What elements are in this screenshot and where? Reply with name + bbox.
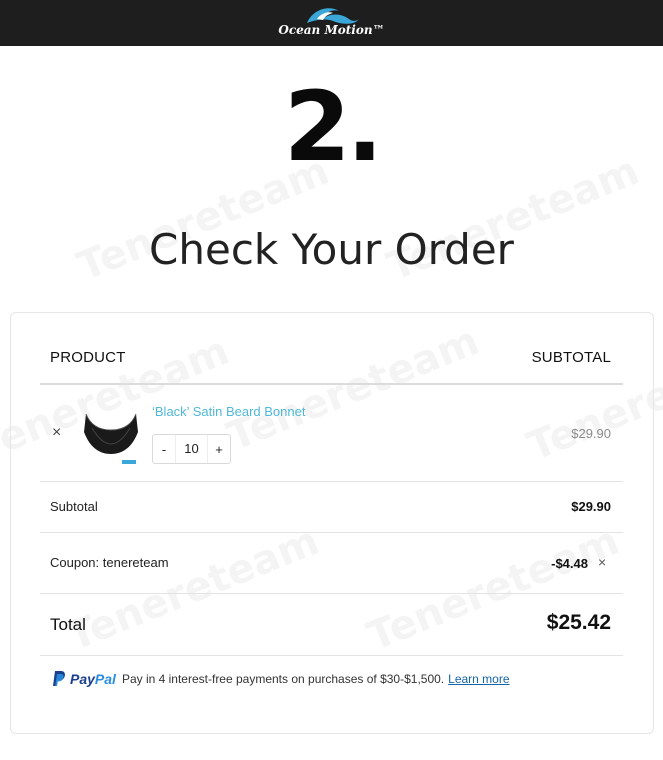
subtotal-label: Subtotal	[50, 499, 98, 514]
product-name-link[interactable]: ‘Black’ Satin Beard Bonnet	[152, 404, 305, 419]
wave-logo-icon	[306, 8, 359, 24]
logo-text: Ocean Motion™	[278, 23, 385, 37]
subtotal-value: $29.90	[571, 499, 611, 514]
quantity-increase-button[interactable]: +	[208, 442, 230, 457]
total-value: $25.42	[546, 611, 611, 634]
column-header-product: PRODUCT	[50, 349, 126, 366]
coupon-label: Coupon: tenereteam	[50, 555, 169, 570]
row-divider	[40, 593, 623, 594]
paypal-message-text: Pay in 4 interest-free payments on purch…	[121, 671, 445, 686]
paypal-logo: PayPal	[52, 670, 116, 687]
quantity-decrease-button[interactable]: -	[153, 442, 175, 457]
page-title: Check Your Order	[149, 225, 514, 274]
line-item-subtotal: $29.90	[571, 426, 611, 441]
row-divider	[40, 532, 623, 533]
step-number: 2.	[283, 71, 383, 183]
paypal-brand-pay: Pay	[70, 670, 95, 687]
product-thumbnail[interactable]	[82, 404, 140, 466]
coupon-discount-value: -$4.48	[551, 556, 588, 571]
remove-coupon-icon[interactable]: ×	[598, 554, 606, 570]
paypal-icon	[53, 671, 65, 686]
close-icon[interactable]: ×	[52, 424, 61, 442]
paypal-pay-later-message: PayPal Pay in 4 interest-free payments o…	[52, 670, 510, 687]
quantity-stepper: - 10 +	[152, 434, 231, 464]
header-divider	[40, 383, 623, 385]
paypal-brand-pal: Pal	[94, 670, 116, 687]
total-label: Total	[50, 615, 86, 634]
site-logo[interactable]: Ocean Motion™	[277, 3, 387, 43]
row-divider	[40, 655, 623, 656]
row-divider	[40, 481, 623, 482]
column-header-subtotal: SUBTOTAL	[531, 349, 611, 366]
site-header: Ocean Motion™	[0, 0, 663, 46]
quantity-input[interactable]: 10	[175, 435, 208, 463]
learn-more-link[interactable]: Learn more	[448, 672, 509, 686]
